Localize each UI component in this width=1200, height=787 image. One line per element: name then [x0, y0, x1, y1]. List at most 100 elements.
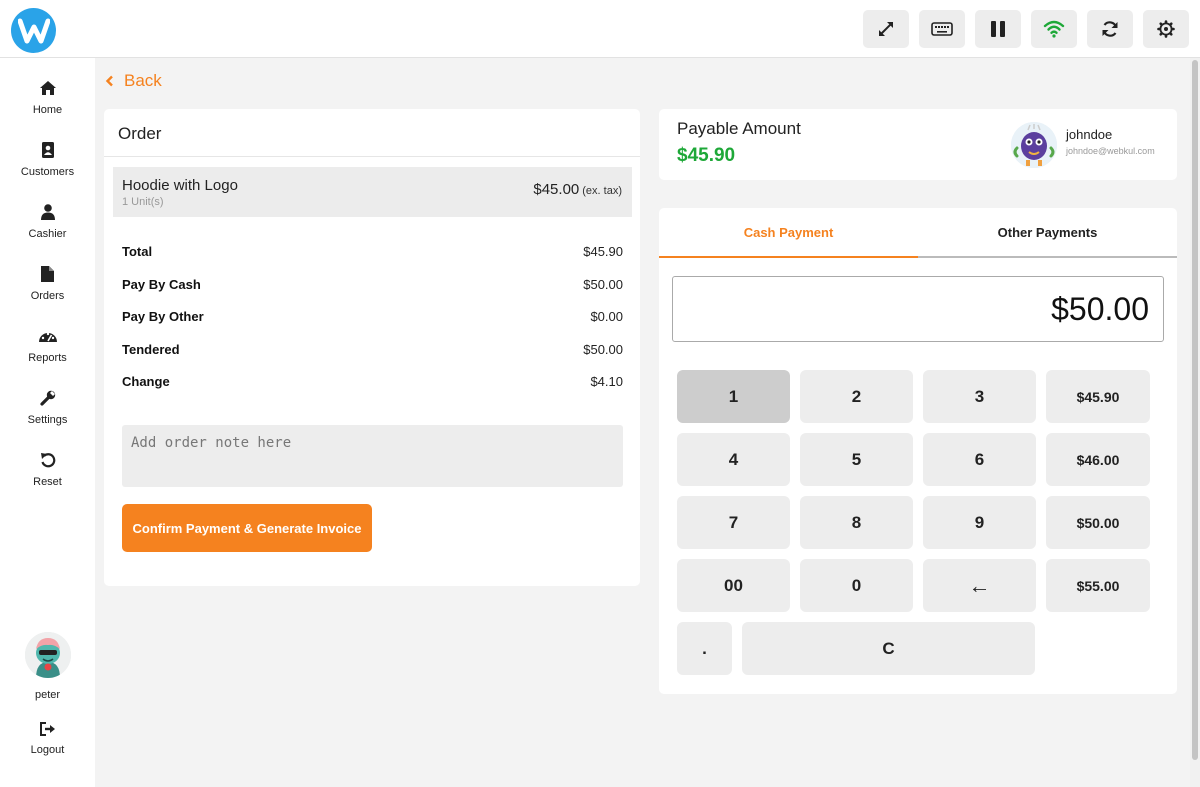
tab-other-payments[interactable]: Other Payments [918, 208, 1177, 258]
summary-label: Change [122, 374, 170, 389]
order-note-input[interactable] [122, 425, 623, 487]
undo-icon [39, 451, 57, 469]
wifi-icon [1043, 20, 1065, 38]
tendered-amount-display[interactable]: $50.00 [672, 276, 1164, 342]
divider [104, 156, 640, 157]
keypad-key-7[interactable]: 7 [677, 496, 790, 549]
sidebar-item-reports[interactable]: Reports [0, 321, 95, 377]
user-avatar-illustration [25, 632, 71, 678]
sidebar-item-cashier[interactable]: Cashier [0, 197, 95, 253]
summary-label: Total [122, 244, 153, 259]
file-icon [39, 265, 57, 283]
settings-button[interactable] [1143, 10, 1189, 48]
order-title: Order [118, 124, 162, 143]
sidebar-item-label: Home [32, 104, 63, 116]
confirm-payment-button[interactable]: Confirm Payment & Generate Invoice [122, 504, 372, 552]
item-tax-note: (ex. tax) [582, 185, 622, 197]
keypad-clear-key[interactable]: C [742, 622, 1035, 675]
item-units: 1 Unit(s) [122, 196, 164, 208]
scrollbar[interactable] [1190, 58, 1200, 787]
sidebar-item-orders[interactable]: Orders [0, 259, 95, 315]
sidebar-item-label: Settings [27, 414, 68, 426]
keypad-key-2[interactable]: 2 [800, 370, 913, 423]
keyboard-button[interactable] [919, 10, 965, 48]
back-label: Back [124, 71, 162, 90]
sidebar-item-reset[interactable]: Reset [0, 445, 95, 501]
pause-icon [991, 21, 1005, 37]
item-price: $45.00 (ex. tax) [533, 181, 622, 198]
customer-avatar[interactable] [1011, 122, 1057, 168]
keypad-key-9[interactable]: 9 [923, 496, 1036, 549]
back-link[interactable]: Back [105, 71, 162, 91]
payable-label: Payable Amount [677, 119, 801, 138]
sidebar-item-label: Customers [20, 166, 75, 178]
keypad-key-6[interactable]: 6 [923, 433, 1036, 486]
quick-amount-button[interactable]: $46.00 [1046, 433, 1150, 486]
sidebar-item-label: Reports [28, 352, 67, 364]
connection-status-button[interactable] [1031, 10, 1077, 48]
summary-row-total: Total $45.90 [122, 244, 623, 259]
keypad-key-5[interactable]: 5 [800, 433, 913, 486]
sidebar-item-customers[interactable]: Customers [0, 135, 95, 191]
customer-email: johndoe@webkul.com [1066, 146, 1155, 156]
chevron-left-icon [105, 75, 113, 87]
summary-value: $0.00 [590, 309, 623, 324]
item-name: Hoodie with Logo [122, 177, 238, 194]
keypad-decimal-key[interactable]: . [677, 622, 732, 675]
home-icon [39, 79, 57, 97]
order-panel: Order Hoodie with Logo 1 Unit(s) $45.00(… [104, 109, 640, 586]
expand-icon [879, 22, 893, 36]
fullscreen-button[interactable] [863, 10, 909, 48]
sidebar-item-label: Orders [30, 290, 65, 302]
wrench-icon [39, 389, 57, 407]
logout-button[interactable]: Logout [0, 714, 95, 770]
pause-button[interactable] [975, 10, 1021, 48]
keypad-backspace-key[interactable]: ← [923, 559, 1036, 612]
keypad-key-4[interactable]: 4 [677, 433, 790, 486]
sidebar-item-settings[interactable]: Settings [0, 383, 95, 439]
item-price-value: $45.00 [533, 181, 580, 198]
order-item-row: Hoodie with Logo 1 Unit(s) $45.00 (ex. ta… [113, 167, 632, 217]
user-icon [39, 203, 57, 221]
summary-row-tendered: Tendered $50.00 [122, 342, 623, 357]
summary-value: $4.10 [590, 374, 623, 389]
summary-value: $50.00 [583, 342, 623, 357]
scrollbar-thumb[interactable] [1192, 60, 1198, 760]
quick-amount-button[interactable]: $50.00 [1046, 496, 1150, 549]
payable-panel: Payable Amount $45.90 johndoe johndoe@we… [659, 109, 1177, 180]
keypad-key-1[interactable]: 1 [677, 370, 790, 423]
logout-label: Logout [30, 744, 65, 756]
quick-amount-button[interactable]: $45.90 [1046, 370, 1150, 423]
dashboard-icon [38, 327, 57, 345]
payment-panel: Cash Payment Other Payments $50.00 1 2 3… [659, 208, 1177, 694]
logo-w-icon [17, 18, 50, 43]
summary-row-pay-by-other: Pay By Other $0.00 [122, 309, 623, 324]
summary-label: Pay By Cash [122, 277, 201, 292]
current-user-name: peter [34, 689, 61, 701]
address-book-icon [39, 141, 57, 159]
top-bar [0, 0, 1200, 58]
summary-row-change: Change $4.10 [122, 374, 623, 389]
sidebar-item-home[interactable]: Home [0, 73, 95, 129]
sidebar-item-label: Cashier [28, 228, 67, 240]
summary-value: $45.90 [583, 244, 623, 259]
tab-cash-payment[interactable]: Cash Payment [659, 208, 918, 258]
keypad-key-0[interactable]: 0 [800, 559, 913, 612]
avatar[interactable] [25, 632, 71, 678]
keypad-key-00[interactable]: 00 [677, 559, 790, 612]
gear-icon [1157, 20, 1175, 38]
app-logo[interactable] [11, 8, 56, 53]
keypad-key-8[interactable]: 8 [800, 496, 913, 549]
sidebar-item-label: Reset [33, 476, 62, 488]
keyboard-icon [931, 22, 953, 36]
sign-out-icon [39, 720, 57, 738]
summary-label: Tendered [122, 342, 180, 357]
customer-name: johndoe [1066, 127, 1113, 142]
sidebar: Home Customers Cashier Orders Reports Se… [0, 58, 95, 787]
summary-label: Pay By Other [122, 309, 204, 324]
quick-amount-button[interactable]: $55.00 [1046, 559, 1150, 612]
payable-amount: $45.90 [677, 145, 736, 166]
keypad-key-3[interactable]: 3 [923, 370, 1036, 423]
summary-value: $50.00 [583, 277, 623, 292]
sync-button[interactable] [1087, 10, 1133, 48]
